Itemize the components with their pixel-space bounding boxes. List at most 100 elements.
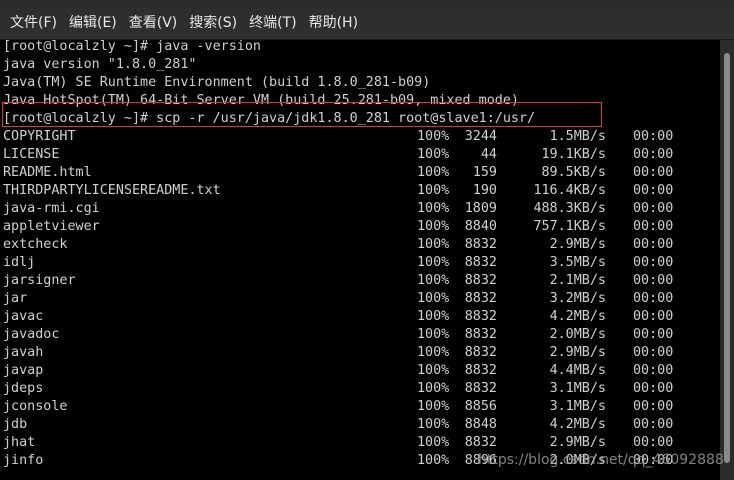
file-name: jar <box>3 291 28 306</box>
file-transfer-row: javadoc 100% 8832 2.0MB/s 00:00 <box>0 326 720 344</box>
transfer-rate: 3.2MB/s <box>549 291 606 306</box>
transfer-time: 00:00 <box>633 327 674 342</box>
transfer-percent: 100% <box>417 291 450 306</box>
transfer-time: 00:00 <box>633 309 674 324</box>
transfer-rate: 2.9MB/s <box>549 345 606 360</box>
transfer-percent: 100% <box>417 309 450 324</box>
transfer-percent: 100% <box>417 327 450 342</box>
transfer-time: 00:00 <box>633 399 674 414</box>
file-name: README.html <box>3 165 92 180</box>
file-size: 44 <box>480 147 497 162</box>
transfer-percent: 100% <box>417 417 450 432</box>
transfer-time: 00:00 <box>633 255 674 270</box>
transfer-rate: 4.2MB/s <box>549 417 606 432</box>
file-name: javap <box>3 363 44 378</box>
menu-help[interactable]: 帮助(H) <box>303 10 364 36</box>
terminal-line-output: Java(TM) SE Runtime Environment (build 1… <box>3 75 431 90</box>
transfer-rate: 3.1MB/s <box>549 381 606 396</box>
menu-search[interactable]: 搜索(S) <box>183 10 243 36</box>
transfer-time: 00:00 <box>633 201 674 216</box>
file-transfer-row: javac 100% 8832 4.2MB/s 00:00 <box>0 308 720 326</box>
file-transfer-row: THIRDPARTYLICENSEREADME.txt 100% 190 116.4K… <box>0 182 720 200</box>
file-transfer-row: COPYRIGHT 100% 3244 1.5MB/s 00:00 <box>0 128 720 146</box>
transfer-percent: 100% <box>417 219 450 234</box>
file-transfer-row: appletviewer 100% 8840 757.1KB/s 00:00 <box>0 218 720 236</box>
file-name: COPYRIGHT <box>3 129 76 144</box>
terminal-line-output: java version "1.8.0_281" <box>3 57 197 72</box>
file-name: appletviewer <box>3 219 100 234</box>
file-name: jarsigner <box>3 273 76 288</box>
file-size: 8832 <box>464 255 497 270</box>
transfer-percent: 100% <box>417 381 450 396</box>
file-name: jdeps <box>3 381 44 396</box>
file-name: jinfo <box>3 453 44 468</box>
transfer-percent: 100% <box>417 237 450 252</box>
terminal-output[interactable]: [root@localzly ~]# java -version java ve… <box>0 40 720 480</box>
terminal-scrollbar[interactable] <box>720 40 734 480</box>
file-name: java-rmi.cgi <box>3 201 100 216</box>
transfer-percent: 100% <box>417 363 450 378</box>
transfer-time: 00:00 <box>633 129 674 144</box>
file-size: 190 <box>472 183 497 198</box>
file-transfer-row: javap 100% 8832 4.4MB/s 00:00 <box>0 362 720 380</box>
file-size: 8832 <box>464 291 497 306</box>
transfer-rate: 3.5MB/s <box>549 255 606 270</box>
file-transfer-row: idlj 100% 8832 3.5MB/s 00:00 <box>0 254 720 272</box>
file-transfer-row: jar 100% 8832 3.2MB/s 00:00 <box>0 290 720 308</box>
file-name: THIRDPARTYLICENSEREADME.txt <box>3 183 221 198</box>
transfer-time: 00:00 <box>633 165 674 180</box>
file-size: 8832 <box>464 345 497 360</box>
transfer-rate: 2.0MB/s <box>549 327 606 342</box>
transfer-percent: 100% <box>417 201 450 216</box>
file-transfer-row: java-rmi.cgi 100% 1809 488.3KB/s 00:00 <box>0 200 720 218</box>
menu-file[interactable]: 文件(F) <box>4 10 63 36</box>
transfer-percent: 100% <box>417 399 450 414</box>
transfer-time: 00:00 <box>633 417 674 432</box>
transfer-time: 00:00 <box>633 363 674 378</box>
file-transfer-row: README.html 100% 159 89.5KB/s 00:00 <box>0 164 720 182</box>
transfer-rate: 4.2MB/s <box>549 309 606 324</box>
file-transfer-row: jhat 100% 8832 2.9MB/s 00:00 <box>0 434 720 452</box>
transfer-rate: 2.1MB/s <box>549 273 606 288</box>
file-size: 8848 <box>464 417 497 432</box>
transfer-rate: 4.4MB/s <box>549 363 606 378</box>
menu-view[interactable]: 查看(V) <box>123 10 184 36</box>
transfer-percent: 100% <box>417 165 450 180</box>
file-name: javadoc <box>3 327 60 342</box>
transfer-percent: 100% <box>417 183 450 198</box>
transfer-time: 00:00 <box>633 345 674 360</box>
transfer-time: 00:00 <box>633 219 674 234</box>
transfer-percent: 100% <box>417 255 450 270</box>
transfer-time: 00:00 <box>633 147 674 162</box>
watermark-text: https://blog.csdn.net/qq_46092888 <box>478 452 724 468</box>
scrollbar-thumb[interactable] <box>724 53 730 463</box>
transfer-rate: 1.5MB/s <box>549 129 606 144</box>
terminal-line-command: [root@localzly ~]# java -version <box>3 40 261 54</box>
file-transfer-row: jconsole 100% 8856 3.1MB/s 00:00 <box>0 398 720 416</box>
transfer-percent: 100% <box>417 147 450 162</box>
transfer-rate: 488.3KB/s <box>533 201 606 216</box>
transfer-time: 00:00 <box>633 381 674 396</box>
file-name: javac <box>3 309 44 324</box>
transfer-rate: 757.1KB/s <box>533 219 606 234</box>
file-transfer-row: extcheck 100% 8832 2.9MB/s 00:00 <box>0 236 720 254</box>
file-size: 8832 <box>464 381 497 396</box>
file-size: 8840 <box>464 219 497 234</box>
file-size: 8856 <box>464 399 497 414</box>
window-titlebar <box>0 0 734 7</box>
transfer-time: 00:00 <box>633 237 674 252</box>
file-size: 8832 <box>464 327 497 342</box>
transfer-percent: 100% <box>417 453 450 468</box>
transfer-rate: 2.9MB/s <box>549 435 606 450</box>
file-name: jdb <box>3 417 28 432</box>
menu-edit[interactable]: 编辑(E) <box>63 10 123 36</box>
menu-terminal[interactable]: 终端(T) <box>243 10 302 36</box>
transfer-rate: 116.4KB/s <box>533 183 606 198</box>
file-size: 159 <box>472 165 497 180</box>
file-size: 8832 <box>464 309 497 324</box>
transfer-rate: 19.1KB/s <box>541 147 607 162</box>
file-size: 8832 <box>464 273 497 288</box>
menu-bar: 文件(F) 编辑(E) 查看(V) 搜索(S) 终端(T) 帮助(H) <box>0 7 734 40</box>
transfer-time: 00:00 <box>633 273 674 288</box>
command-highlight-box <box>2 102 602 127</box>
